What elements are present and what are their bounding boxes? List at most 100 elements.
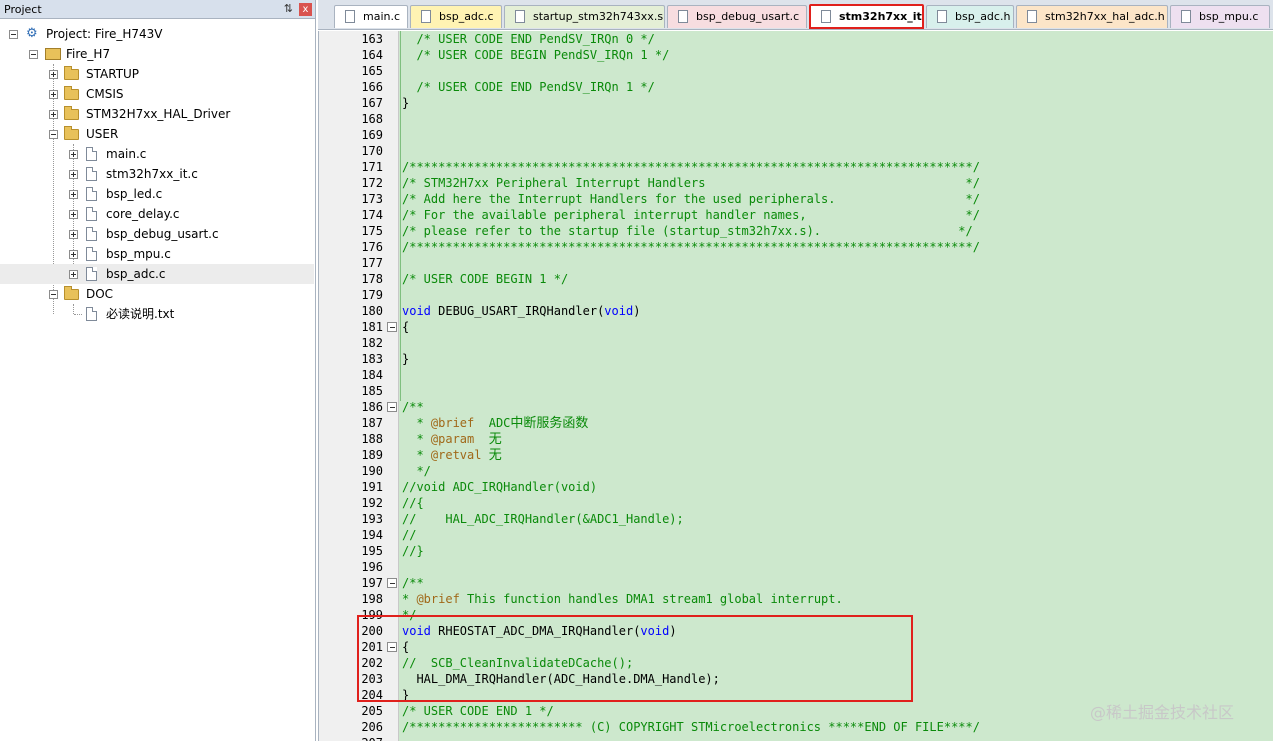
tab-main-c[interactable]: main.c: [334, 5, 408, 28]
fold-icon[interactable]: [387, 578, 397, 588]
line-number: 192: [361, 496, 383, 510]
expand-icon[interactable]: [69, 230, 78, 239]
tab-label: bsp_adc.c: [439, 10, 494, 23]
line-number: 171: [361, 160, 383, 174]
expand-icon[interactable]: [69, 190, 78, 199]
expand-icon[interactable]: [69, 270, 78, 279]
code-text: /************************ (C) COPYRIGHT …: [402, 720, 980, 734]
code-line[interactable]: 186 /**: [319, 399, 1273, 415]
collapse-icon[interactable]: [9, 30, 18, 39]
code-text: /* USER CODE END PendSV_IRQn 1 */: [402, 80, 655, 94]
code-line[interactable]: 163 /* USER CODE END PendSV_IRQn 0 */: [319, 31, 1273, 47]
code-line[interactable]: 185: [319, 383, 1273, 399]
code-line[interactable]: 175 /* please refer to the startup file (…: [319, 223, 1273, 239]
code-line[interactable]: 176 /************************************…: [319, 239, 1273, 255]
code-line[interactable]: 190 */: [319, 463, 1273, 479]
code-line[interactable]: 178 /* USER CODE BEGIN 1 */: [319, 271, 1273, 287]
code-line[interactable]: 187 * @brief ADC中断服务函数: [319, 415, 1273, 431]
collapse-icon[interactable]: [49, 130, 58, 139]
tree-file[interactable]: main.c: [0, 144, 316, 164]
expand-icon[interactable]: [69, 210, 78, 219]
code-line[interactable]: 184: [319, 367, 1273, 383]
tree-file[interactable]: 必读说明.txt: [0, 304, 316, 324]
code-line[interactable]: 197 /**: [319, 575, 1273, 591]
tree-root[interactable]: ⚙ Project: Fire_H743V: [0, 24, 316, 44]
line-number: 169: [361, 128, 383, 142]
code-line[interactable]: 168: [319, 111, 1273, 127]
code-text: //void ADC_IRQHandler(void): [402, 480, 598, 494]
tree-file[interactable]: core_delay.c: [0, 204, 316, 224]
tab-bsp-mpu-c[interactable]: bsp_mpu.c: [1170, 5, 1270, 28]
tab-stm32h7xx-it-c[interactable]: stm32h7xx_it.c: [809, 4, 924, 29]
tab-bsp-adc-c[interactable]: bsp_adc.c: [410, 5, 502, 28]
code-line[interactable]: 198 * @brief This function handles DMA1 s…: [319, 591, 1273, 607]
tree-group-hal-driver[interactable]: STM32H7xx_HAL_Driver: [0, 104, 316, 124]
tree-file[interactable]: bsp_led.c: [0, 184, 316, 204]
line-number: 182: [361, 336, 383, 350]
tree-group-startup[interactable]: STARTUP: [0, 64, 316, 84]
file-icon: [86, 247, 97, 261]
code-line[interactable]: 172 /* STM32H7xx Peripheral Interrupt Han…: [319, 175, 1273, 191]
code-text: {: [402, 320, 410, 334]
code-line[interactable]: 191 //void ADC_IRQHandler(void): [319, 479, 1273, 495]
collapse-icon[interactable]: [49, 290, 58, 299]
collapse-icon[interactable]: [29, 50, 38, 59]
line-number: 190: [361, 464, 383, 478]
tree-group-doc[interactable]: DOC: [0, 284, 316, 304]
code-line[interactable]: 169: [319, 127, 1273, 143]
code-line[interactable]: 170: [319, 143, 1273, 159]
code-line[interactable]: 183}: [319, 351, 1273, 367]
line-number: 206: [361, 720, 383, 734]
line-number: 165: [361, 64, 383, 78]
file-icon: [86, 187, 97, 201]
fold-icon[interactable]: [387, 322, 397, 332]
tree-target[interactable]: Fire_H7: [0, 44, 316, 64]
code-line[interactable]: 164 /* USER CODE BEGIN PendSV_IRQn 1 */: [319, 47, 1273, 63]
expand-icon[interactable]: [69, 170, 78, 179]
expand-icon[interactable]: [49, 110, 58, 119]
code-line[interactable]: 182: [319, 335, 1273, 351]
expand-icon[interactable]: [69, 150, 78, 159]
tree-file[interactable]: bsp_mpu.c: [0, 244, 316, 264]
code-text: /**: [402, 400, 424, 414]
tree-group-cmsis[interactable]: CMSIS: [0, 84, 316, 104]
code-line[interactable]: 181 {: [319, 319, 1273, 335]
tab-bsp-adc-h[interactable]: bsp_adc.h: [926, 5, 1014, 28]
tree-file[interactable]: stm32h7xx_it.c: [0, 164, 316, 184]
code-text: /**: [402, 576, 424, 590]
code-line[interactable]: 193 // HAL_ADC_IRQHandler(&ADC1_Handle);: [319, 511, 1273, 527]
code-line[interactable]: 166 /* USER CODE END PendSV_IRQn 1 */: [319, 79, 1273, 95]
code-line[interactable]: 171 /************************************…: [319, 159, 1273, 175]
expand-icon[interactable]: [49, 90, 58, 99]
code-text: //: [402, 528, 417, 542]
code-line[interactable]: 165: [319, 63, 1273, 79]
tree-group-user[interactable]: USER: [0, 124, 316, 144]
code-line[interactable]: 207: [319, 735, 1273, 741]
code-line[interactable]: 179: [319, 287, 1273, 303]
expand-icon[interactable]: [49, 70, 58, 79]
code-line[interactable]: 167}: [319, 95, 1273, 111]
close-icon[interactable]: x: [299, 3, 312, 16]
code-text: * @brief ADC中断服务函数: [402, 416, 589, 431]
file-icon: [821, 10, 831, 23]
tab-startup-s[interactable]: startup_stm32h743xx.s: [504, 5, 665, 28]
pin-icon[interactable]: ⇅: [284, 0, 293, 18]
line-number: 189: [361, 448, 383, 462]
fold-icon[interactable]: [387, 402, 397, 412]
code-line[interactable]: 196: [319, 559, 1273, 575]
tab-bsp-debug-usart-c[interactable]: bsp_debug_usart.c: [667, 5, 807, 28]
code-line[interactable]: 195 //}: [319, 543, 1273, 559]
code-line[interactable]: 194 //: [319, 527, 1273, 543]
code-text: void DEBUG_USART_IRQHandler(void): [402, 304, 641, 318]
code-line[interactable]: 180 void DEBUG_USART_IRQHandler(void): [319, 303, 1273, 319]
code-line[interactable]: 177: [319, 255, 1273, 271]
code-line[interactable]: 192 //{: [319, 495, 1273, 511]
tab-stm32h7xx-hal-adc-h[interactable]: stm32h7xx_hal_adc.h: [1016, 5, 1168, 28]
code-line[interactable]: 189 * @retval 无: [319, 447, 1273, 463]
code-line[interactable]: 174 /* For the available peripheral inter…: [319, 207, 1273, 223]
code-line[interactable]: 173 /* Add here the Interrupt Handlers fo…: [319, 191, 1273, 207]
expand-icon[interactable]: [69, 250, 78, 259]
code-line[interactable]: 188 * @param 无: [319, 431, 1273, 447]
tree-file-selected[interactable]: bsp_adc.c: [0, 264, 314, 284]
tree-file[interactable]: bsp_debug_usart.c: [0, 224, 316, 244]
